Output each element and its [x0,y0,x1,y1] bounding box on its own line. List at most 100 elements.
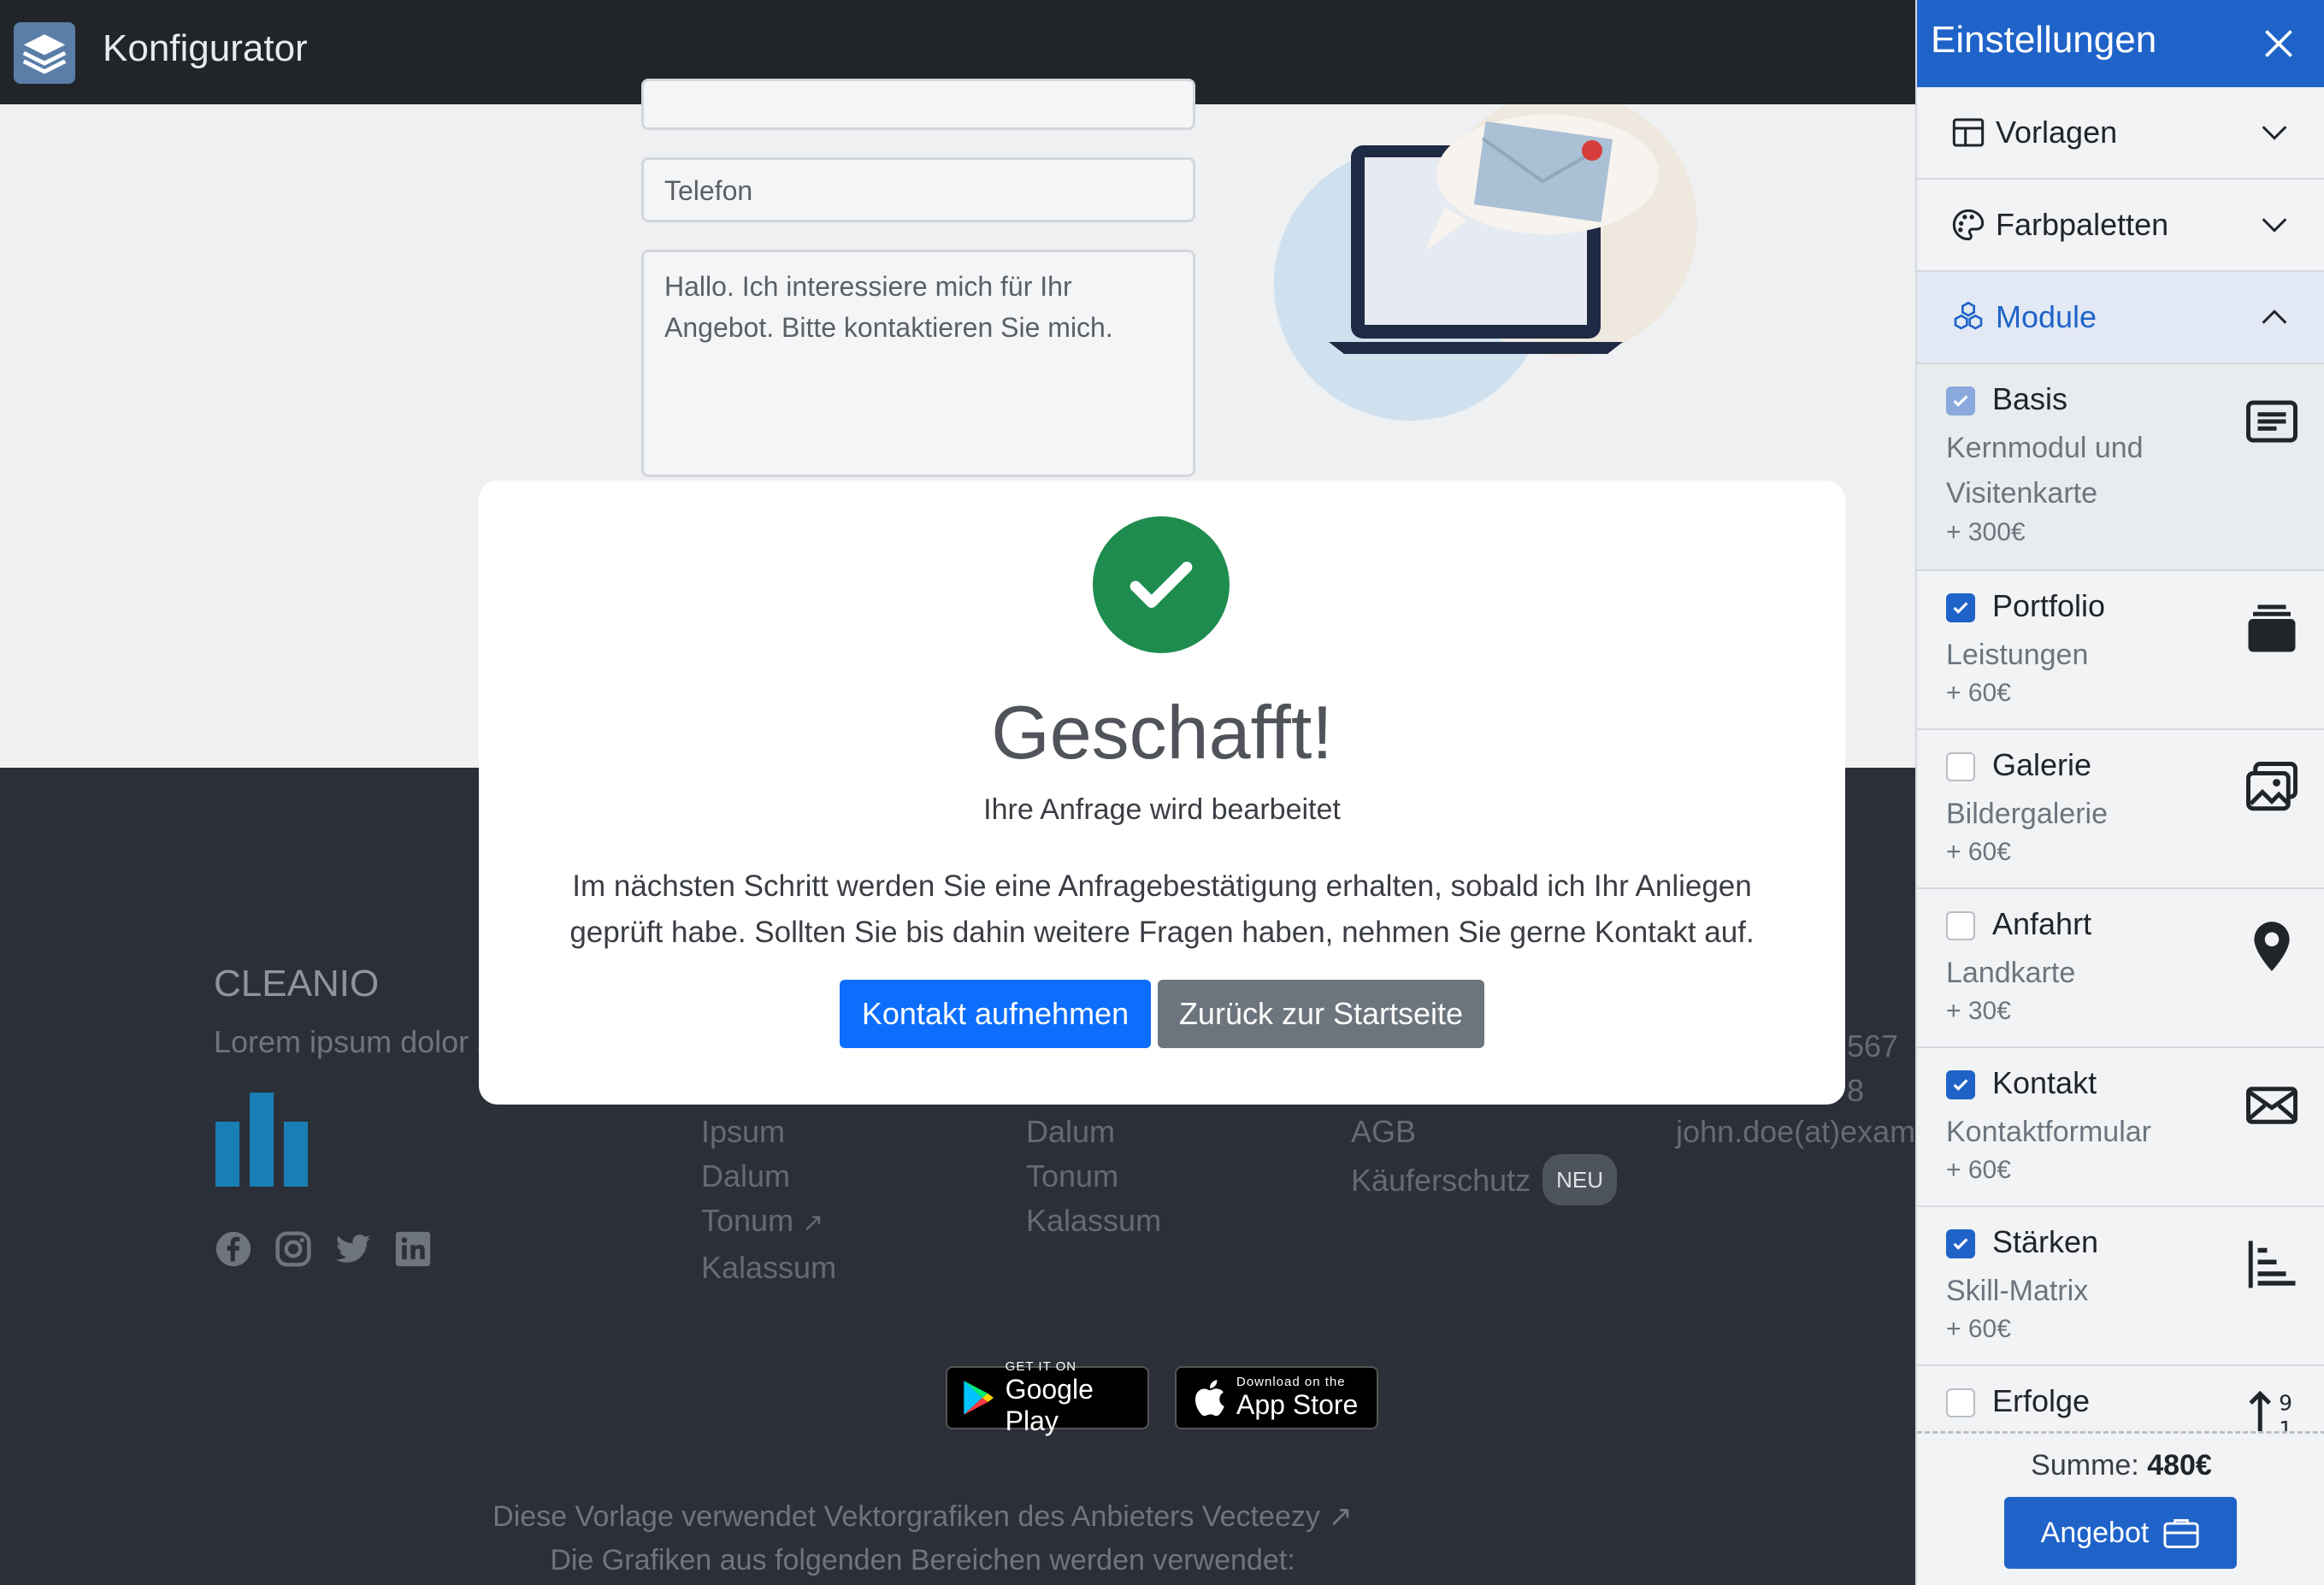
briefcase-icon [2163,1519,2199,1548]
chevron-up-icon [2262,309,2287,324]
sum-total: Summe: 480€ [2031,1449,2212,1482]
module-name: Anfahrt [1992,906,2092,941]
layers-logo-icon[interactable] [14,22,75,84]
google-play-label: Google Play [1005,1373,1094,1436]
accordion-label: Vorlagen [1996,115,2118,150]
module-price: + 300€ [1946,518,2026,546]
footer-link[interactable]: Dalum [701,1154,836,1199]
footer-phone: 567 8 [1847,1028,1899,1108]
module-erfolge[interactable]: Erfolge 91 [1917,1366,2324,1441]
new-badge: NEU [1542,1154,1618,1205]
settings-sidebar: Einstellungen Vorlagen Farbpaletten Modu… [1915,0,2324,1585]
accordion-module[interactable]: Module [1917,272,2324,364]
footer-link[interactable]: Dalum [1026,1110,1161,1154]
sidebar-title: Einstellungen [1931,19,2157,61]
text-card-icon [2246,400,2297,443]
images-icon [2246,762,2297,811]
close-icon[interactable] [2257,22,2300,65]
module-checkbox[interactable] [1946,911,1975,940]
module-anfahrt[interactable]: Anfahrt Landkarte + 30€ [1917,889,2324,1048]
google-play-badge[interactable]: GET IT ON Google Play [946,1359,1149,1436]
module-portfolio[interactable]: Portfolio Leistungen + 60€ [1917,571,2324,730]
module-checkbox[interactable] [1946,1070,1975,1099]
sidebar-header: Einstellungen [1917,0,2324,87]
back-home-button[interactable]: Zurück zur Startseite [1158,980,1484,1048]
footer-email[interactable]: john.doe(at)exam [1676,1110,1915,1154]
module-desc: Landkarte [1946,957,2076,989]
message-line-2: Angebot. Bitte kontaktieren Sie mich. [664,312,1113,343]
module-checkbox[interactable] [1946,752,1975,781]
accordion-vorlagen[interactable]: Vorlagen [1917,87,2324,180]
module-desc: Skill-Matrix [1946,1275,2089,1307]
success-modal: Geschafft! Ihre Anfrage wird bearbeitet … [479,480,1845,1105]
footer-column-3: AGB Käuferschutz NEU [1351,1110,1618,1205]
footer-link[interactable]: Kalassum [701,1246,836,1290]
footer-brand: CLEANIO [214,963,380,1005]
map-pin-icon [2254,922,2290,971]
module-staerken[interactable]: Stärken Skill-Matrix + 60€ [1917,1207,2324,1366]
app-store-small: Download on the [1236,1375,1346,1389]
module-basis: Basis Kernmodul und Visitenkarte + 300€ [1917,364,2324,571]
instagram-icon[interactable] [274,1229,313,1269]
module-name: Stärken [1992,1224,2099,1259]
footer-link[interactable]: Tonum [1026,1154,1161,1199]
module-kontakt[interactable]: Kontakt Kontaktformular + 60€ [1917,1048,2324,1207]
chevron-down-icon [2262,126,2287,140]
module-name: Erfolge [1992,1383,2091,1418]
footer-link[interactable]: Käuferschutz NEU [1351,1154,1618,1205]
svg-text:9: 9 [2279,1391,2292,1416]
module-desc: Kernmodul und Visitenkarte [1946,432,2144,510]
laptop-mail-illustration [1274,104,1697,421]
footer-link[interactable]: Tonum ↗ [701,1199,836,1246]
app-title[interactable]: Konfigurator [103,27,308,70]
social-links [214,1229,433,1269]
module-name: Basis [1992,381,2068,416]
external-link-icon[interactable]: ↗ [1328,1500,1353,1533]
module-price: + 60€ [1946,679,2011,707]
modal-body: Im nächsten Schritt werden Sie eine Anfr… [530,863,1794,956]
module-name: Kontakt [1992,1065,2097,1100]
credit-line-1: Diese Vorlage verwendet Vektorgrafiken d… [493,1500,1353,1533]
google-play-icon [964,1381,994,1415]
module-price: + 60€ [1946,1156,2011,1184]
accordion-farbpaletten[interactable]: Farbpaletten [1917,180,2324,272]
credit-line-2: Die Grafiken aus folgenden Bereichen wer… [550,1544,1295,1576]
phone-field[interactable]: Telefon [641,157,1195,222]
footer-lorem: Lorem ipsum dolor s [214,1024,493,1059]
facebook-icon[interactable] [214,1229,253,1269]
accordion-label: Module [1996,299,2097,334]
module-price: + 60€ [1946,838,2011,866]
linkedin-icon[interactable] [393,1229,433,1269]
footer-link[interactable]: Ipsum [701,1110,836,1154]
app-store-badge[interactable]: Download on the App Store [1175,1366,1378,1429]
email-field[interactable] [641,79,1195,130]
module-desc: Kontaktformular [1946,1116,2151,1148]
check-circle-icon [1093,516,1230,653]
modal-subtitle: Ihre Anfrage wird bearbeitet [983,793,1341,826]
collection-icon [2248,604,2296,652]
footer-link[interactable]: Kalassum [1026,1199,1161,1243]
twitter-icon[interactable] [333,1229,373,1269]
module-checkbox[interactable] [1946,1388,1975,1417]
module-price: + 60€ [1946,1315,2011,1343]
contact-button[interactable]: Kontakt aufnehmen [840,980,1151,1048]
chevron-down-icon [2262,218,2287,233]
module-checkbox[interactable] [1946,1229,1975,1258]
layout-icon [1952,118,1985,147]
app-store-label: App Store [1236,1389,1359,1420]
bar-list-icon [2248,1240,2296,1288]
module-desc: Bildergalerie [1946,798,2108,830]
envelope-icon [2246,1087,2297,1124]
message-textarea[interactable]: Hallo. Ich interessiere mich für Ihr Ang… [641,250,1195,477]
external-link-icon: ↗ [802,1209,824,1237]
accordion-label: Farbpaletten [1996,207,2169,242]
footer-column-1: Ipsum Dalum Tonum ↗ Kalassum [701,1110,836,1290]
footer-link[interactable]: AGB [1351,1110,1617,1154]
offer-button[interactable]: Angebot [2004,1497,2237,1569]
building-bars-logo [215,1093,308,1187]
modal-body-line-2: geprüft habe. Sollten Sie bis dahin weit… [569,916,1755,949]
module-checkbox[interactable] [1946,593,1975,622]
offer-button-label: Angebot [2040,1516,2150,1549]
modal-title: Geschafft! [991,690,1333,775]
module-galerie[interactable]: Galerie Bildergalerie + 60€ [1917,730,2324,889]
